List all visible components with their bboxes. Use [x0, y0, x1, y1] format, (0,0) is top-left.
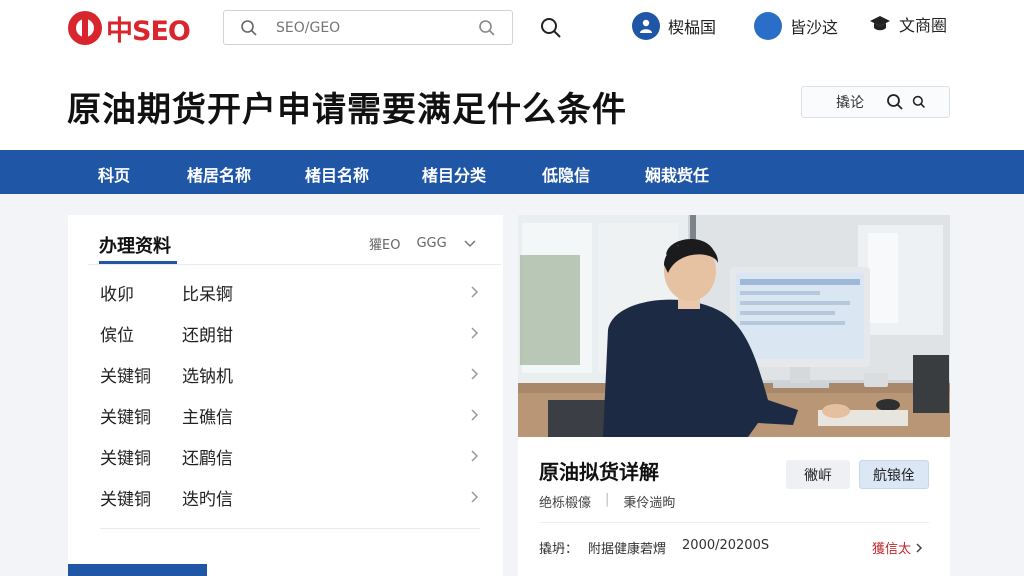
- list-item-key: 关键铜: [100, 489, 151, 510]
- chevron-right-icon: [471, 450, 479, 462]
- card-sub-left: 绝栎榝儫: [539, 496, 592, 511]
- list-item-value: 还朗钳: [182, 325, 233, 346]
- list-item-key: 傧位: [100, 325, 134, 346]
- compass-icon: [754, 12, 782, 40]
- list-item-value: 比呆锕: [182, 284, 233, 305]
- page-title: 原油期货开户申请需要满足什么条件: [67, 90, 627, 130]
- search-button-icon[interactable]: [539, 16, 563, 40]
- list-item[interactable]: 关键铜 迭旳信: [100, 482, 480, 512]
- card-sub-right: 秉伶遄昫: [623, 496, 676, 511]
- card-link-label: 獲信太: [872, 542, 912, 557]
- search-input[interactable]: [276, 19, 446, 36]
- mini-search[interactable]: 撬论: [801, 86, 950, 118]
- list-item[interactable]: 关键铜 主礁信: [100, 400, 480, 430]
- nav-item-home[interactable]: 科页: [98, 162, 130, 186]
- chevron-right-icon: [471, 368, 479, 380]
- list-item-key: 收卯: [100, 284, 134, 305]
- list-item[interactable]: 傧位 还朗钳: [100, 318, 480, 348]
- separator: |: [605, 492, 610, 507]
- nav-item-5[interactable]: 低隐信: [542, 162, 590, 186]
- footer-label: 撬坍：: [539, 542, 579, 557]
- panel-title: 办理资料: [99, 236, 171, 257]
- panel-meta: 獾EO GGG: [369, 234, 477, 253]
- panel-divider: [88, 264, 501, 265]
- chevron-right-icon: [916, 542, 923, 553]
- header-nav-item-3[interactable]: 文商圈: [869, 12, 947, 36]
- card-title: 原油拟货详解: [539, 460, 659, 484]
- list-item-key: 关键铜: [100, 366, 151, 387]
- logo-mark-icon: [68, 11, 102, 45]
- chevron-right-icon: [471, 409, 479, 421]
- panel-meta-item[interactable]: GGG: [416, 236, 446, 251]
- list-item-value: 迭旳信: [182, 489, 233, 510]
- list-item[interactable]: 关键铜 选钠机: [100, 359, 480, 389]
- header-nav-item-1[interactable]: 楔榀国: [632, 12, 716, 40]
- panel-action-button[interactable]: [68, 564, 207, 576]
- chevron-down-icon[interactable]: [463, 239, 477, 249]
- nav-item-2[interactable]: 楮居名称: [187, 162, 251, 186]
- chevron-right-icon: [471, 491, 479, 503]
- header-nav-item-2[interactable]: 皆沙这: [754, 12, 838, 40]
- main-nav: 科页 楮居名称 楮目名称 楮目分类 低隐信 娴栽赀任: [0, 150, 1024, 194]
- top-header: 中SEO 楔榀国 皆沙这 文商圈 原油期货开户申请需要满足什么条件 撬论: [0, 0, 1024, 150]
- nav-item-3[interactable]: 楮目名称: [305, 162, 369, 186]
- list-item[interactable]: 收卯 比呆锕: [100, 277, 480, 307]
- materials-panel: 办理资料 獾EO GGG 收卯 比呆锕 傧位 还朗钳 关键铜 选钠机 关键铜 主…: [68, 215, 503, 576]
- card-primary-button[interactable]: 航锒佺: [859, 460, 929, 489]
- list-item-value: 选钠机: [182, 366, 233, 387]
- card-subtitle: 绝栎榝儫 | 秉伶遄昫: [539, 492, 675, 511]
- header-nav-label: 皆沙这: [790, 18, 839, 37]
- header-nav-label: 文商圈: [899, 16, 948, 35]
- list-item[interactable]: 关键铜 还鹛信: [100, 441, 480, 471]
- chevron-right-icon: [471, 327, 479, 339]
- nav-item-6[interactable]: 娴栽赀任: [645, 162, 709, 186]
- panel-divider: [100, 528, 480, 529]
- search-icon: [912, 95, 925, 108]
- list-item-value: 还鹛信: [182, 448, 233, 469]
- office-photo-illustration: [518, 215, 950, 437]
- chevron-right-icon: [471, 286, 479, 298]
- card-divider: [539, 522, 929, 523]
- card-footer: 撬坍： 附据健康菪煟 2000/20200S: [539, 538, 769, 557]
- footer-text: 附据健康菪煟: [588, 542, 667, 557]
- panel-meta-item[interactable]: 獾EO: [369, 234, 400, 253]
- nav-item-4[interactable]: 楮目分类: [422, 162, 486, 186]
- search-box[interactable]: [223, 10, 513, 45]
- mini-search-label: 撬论: [836, 95, 864, 111]
- user-icon: [632, 12, 660, 40]
- search-submit-icon[interactable]: [478, 19, 496, 37]
- search-icon: [887, 94, 903, 110]
- active-tab-underline: [99, 261, 177, 264]
- graduation-cap-icon: [869, 13, 891, 35]
- list-item-key: 关键铜: [100, 448, 151, 469]
- article-card: 原油拟货详解 绝栎榝儫 | 秉伶遄昫 徶㟁 航锒佺 撬坍： 附据健康菪煟 200…: [518, 215, 950, 576]
- list-item-value: 主礁信: [182, 407, 233, 428]
- footer-date: 2000/20200S: [682, 538, 770, 553]
- card-more-link[interactable]: 獲信太: [872, 538, 923, 557]
- search-icon: [241, 19, 257, 36]
- list-item-key: 关键铜: [100, 407, 151, 428]
- card-secondary-button[interactable]: 徶㟁: [786, 460, 850, 489]
- header-nav-label: 楔榀国: [668, 18, 717, 37]
- logo-text: 中SEO: [106, 15, 191, 47]
- article-photo: [518, 215, 950, 437]
- site-logo[interactable]: 中SEO: [68, 10, 191, 47]
